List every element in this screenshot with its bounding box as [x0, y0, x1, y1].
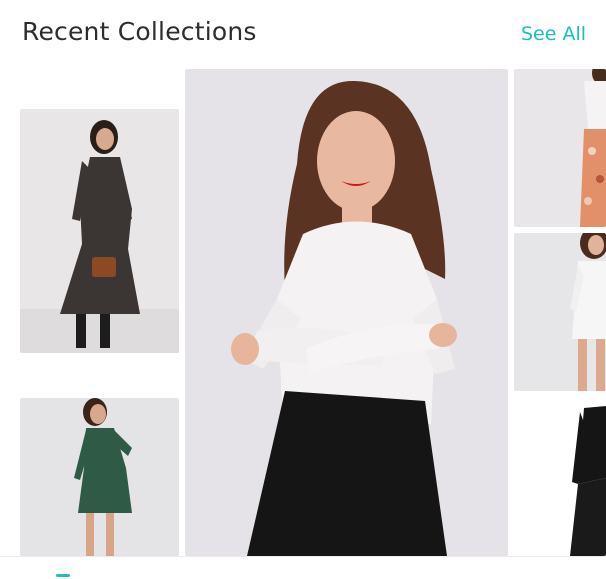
model-black-outfit-image [514, 398, 606, 556]
collections-header: Recent Collections See All [0, 0, 606, 68]
collection-card-featured[interactable] [185, 69, 508, 556]
collection-card-5[interactable] [514, 233, 606, 391]
model-black-floral-dress-image [20, 109, 179, 353]
collection-card-1[interactable] [20, 109, 179, 353]
model-white-dress-image [514, 233, 606, 391]
model-green-floral-dress-image [20, 398, 179, 556]
collection-card-4[interactable] [514, 69, 606, 227]
model-white-top-black-pants-image [185, 69, 508, 556]
collection-card-2[interactable] [20, 398, 179, 556]
see-all-link[interactable]: See All [521, 23, 586, 45]
collection-card-6[interactable] [514, 398, 606, 556]
bottom-tab-bar [0, 556, 606, 579]
model-floral-skirt-image [514, 69, 606, 227]
section-title: Recent Collections [22, 17, 257, 46]
active-tab-indicator [56, 574, 70, 577]
